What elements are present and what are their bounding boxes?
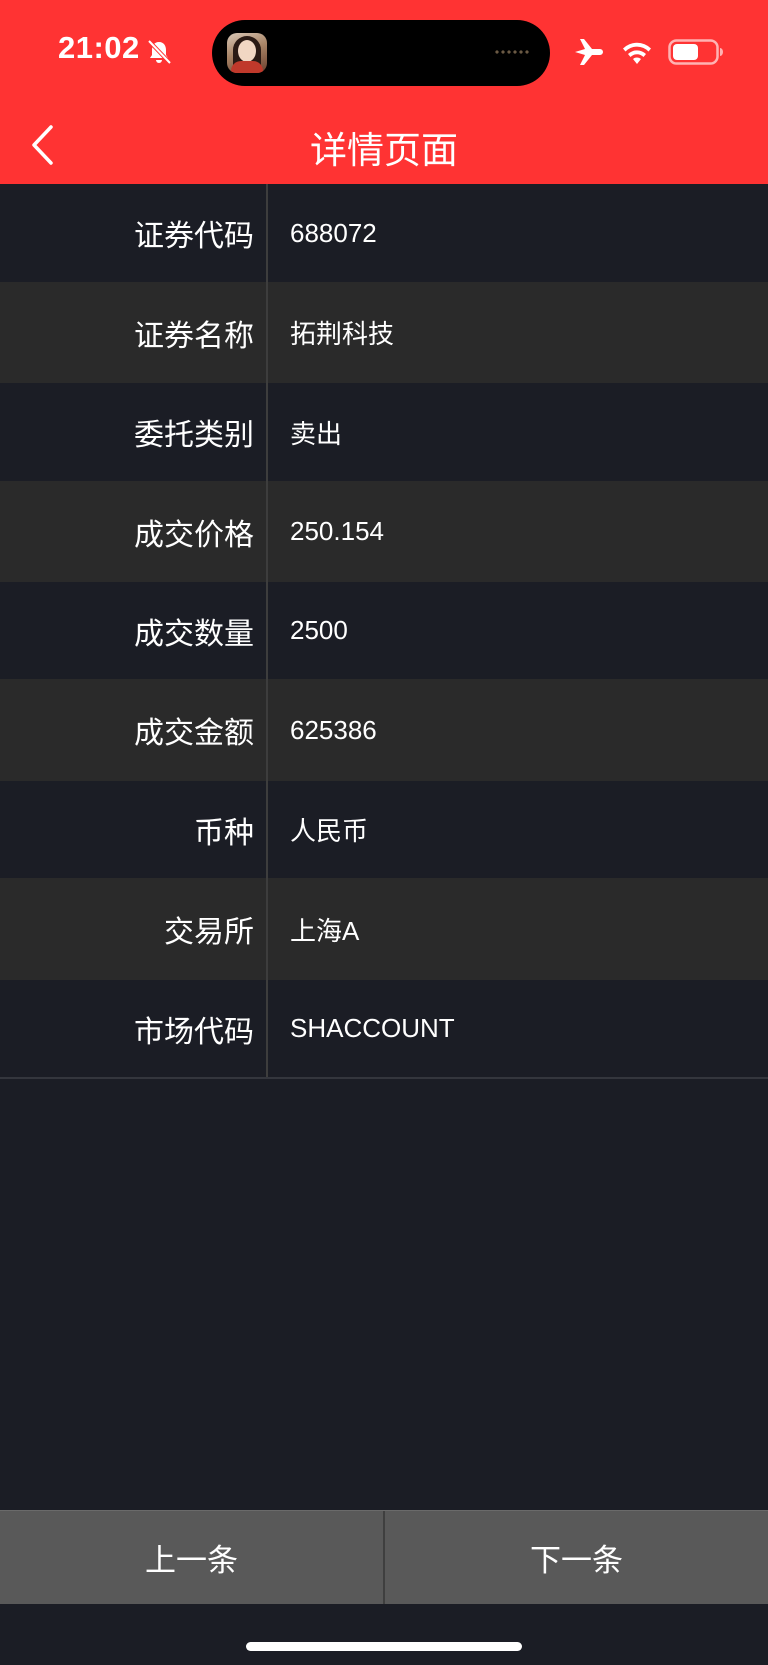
- detail-row: 成交价格 250.154: [0, 481, 768, 582]
- previous-button[interactable]: 上一条: [0, 1511, 383, 1604]
- detail-row: 市场代码 SHACCOUNT: [0, 980, 768, 1077]
- detail-label: 成交数量: [0, 582, 268, 679]
- detail-value: 250.154: [290, 516, 384, 546]
- detail-label: 币种: [0, 781, 268, 878]
- airplane-icon: [575, 39, 603, 65]
- island-avatar: [227, 33, 267, 73]
- battery-icon: [668, 39, 723, 65]
- detail-value: 688072: [290, 217, 377, 248]
- app-screen: 21:02 详情页面 证券代码 688072 证券名称 拓荆科技 委托类别 卖出…: [0, 0, 768, 1665]
- detail-value: 625386: [290, 714, 377, 745]
- detail-label: 证券代码: [0, 184, 268, 282]
- detail-row: 证券代码 688072: [0, 184, 768, 282]
- dynamic-island: [212, 20, 550, 86]
- detail-row: 币种 人民币: [0, 781, 768, 878]
- detail-label: 证券名称: [0, 282, 268, 383]
- island-activity-indicator: [494, 49, 530, 55]
- bell-slash-icon: [147, 39, 172, 65]
- detail-label: 成交金额: [0, 679, 268, 781]
- page-title: 详情页面: [310, 129, 458, 172]
- pagination-bar: 上一条 下一条: [0, 1510, 768, 1604]
- detail-row: 成交金额 625386: [0, 679, 768, 781]
- detail-value: 2500: [290, 615, 348, 645]
- detail-value: SHACCOUNT: [290, 1013, 455, 1043]
- detail-table: 证券代码 688072 证券名称 拓荆科技 委托类别 卖出 成交价格 250.1…: [0, 184, 768, 1079]
- status-time: 21:02: [58, 30, 140, 65]
- detail-value: 卖出: [290, 418, 343, 449]
- detail-row: 委托类别 卖出: [0, 383, 768, 481]
- status-icons: [572, 34, 724, 70]
- detail-value: 人民币: [290, 816, 369, 846]
- detail-value: 上海A: [290, 915, 360, 946]
- detail-label: 市场代码: [0, 980, 268, 1077]
- detail-label: 委托类别: [0, 383, 268, 481]
- detail-label: 交易所: [0, 878, 268, 980]
- table-divider: [0, 1077, 768, 1079]
- detail-value: 拓荆科技: [290, 319, 395, 349]
- home-indicator[interactable]: [246, 1642, 522, 1651]
- wifi-icon: [623, 42, 651, 64]
- detail-row: 成交数量 2500: [0, 582, 768, 679]
- detail-row: 证券名称 拓荆科技: [0, 282, 768, 383]
- detail-label: 成交价格: [0, 481, 268, 582]
- detail-row: 交易所 上海A: [0, 878, 768, 980]
- next-button[interactable]: 下一条: [385, 1511, 768, 1604]
- header: 21:02 详情页面: [0, 0, 768, 184]
